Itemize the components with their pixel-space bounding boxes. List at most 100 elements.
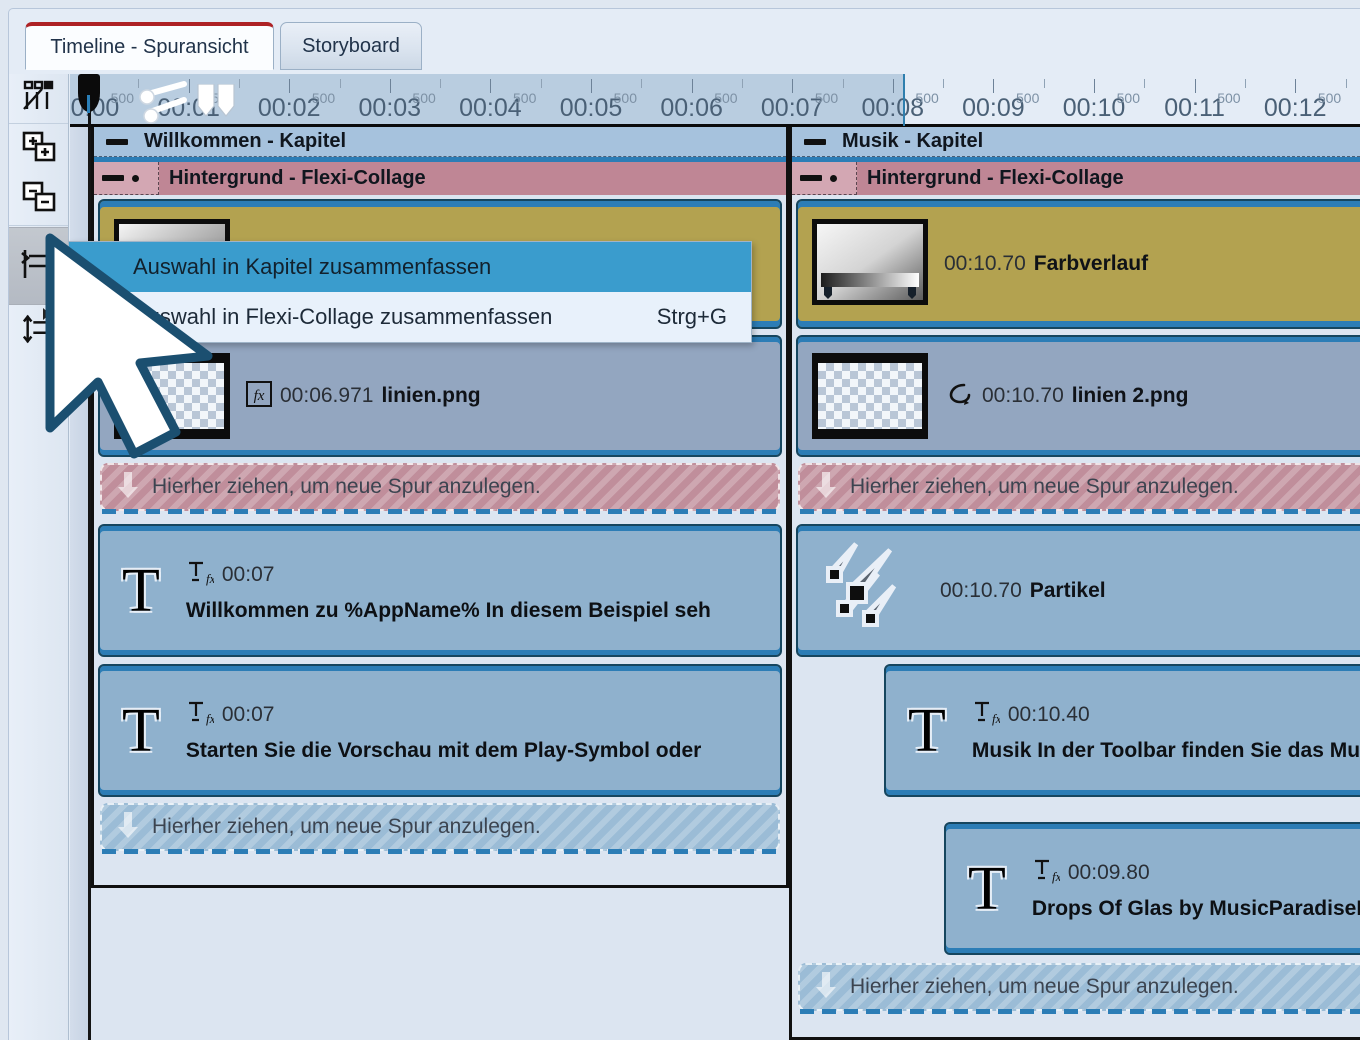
new-track-drop-zone[interactable]: Hierher ziehen, um neue Spur anzulegen. (798, 963, 1360, 1014)
menu-item-label: Auswahl in Flexi-Collage zusammenfassen (133, 304, 553, 329)
flexi-collage-header[interactable]: Hintergrund - Flexi-Collage (94, 157, 786, 195)
clip-text-body: Drops Of Glas by MusicParadiseL (1031, 897, 1360, 920)
add-track-icon (22, 131, 56, 170)
ruler-tick (792, 79, 794, 93)
ruler-subtick (238, 79, 240, 88)
ruler-subtick (943, 79, 945, 88)
arrow-down-icon (814, 970, 838, 1005)
tab-label: Timeline - Spuransicht (50, 36, 249, 58)
collage-toggle[interactable] (94, 162, 159, 195)
track-row: Hierher ziehen, um neue Spur anzulegen. (94, 463, 786, 514)
ruler-tick (691, 79, 693, 93)
ruler-sublabel: 500 (613, 90, 637, 106)
clip-text-drops-of-glas[interactable]: T fx 00:09.80 (944, 822, 1360, 955)
ruler-tick (591, 79, 592, 93)
ruler-sublabel: 500 (1317, 90, 1342, 106)
ruler-subtick (540, 79, 542, 88)
text-fx-icon: fx (186, 558, 215, 591)
clip-time: 00:10.40 (1007, 702, 1090, 726)
ruler-tick (490, 79, 492, 93)
loop-icon (944, 379, 974, 414)
ruler-sublabel: 500 (513, 90, 537, 106)
text-object-icon: T (122, 556, 160, 625)
text-fx-icon: fx (1032, 856, 1061, 889)
time-ruler[interactable]: 00:0050000:0150000:0250000:0350000:04500… (70, 74, 1360, 126)
clip-text-willkommen[interactable]: T fx 00:07 (98, 524, 782, 657)
group-selection-button[interactable] (9, 227, 68, 320)
clip-meta: fx 00:10.40 Musik In der Toolbar finden … (972, 698, 1360, 763)
menu-item-kapitel-zusammenfassen[interactable]: Auswahl in Kapitel zusammenfassen (69, 242, 751, 292)
track-row: T fx 00:07 (94, 524, 786, 657)
remove-track-button[interactable] (9, 176, 68, 226)
record-dot-icon (132, 174, 139, 182)
collage-toggle[interactable] (792, 162, 857, 195)
context-menu[interactable]: Auswahl in Kapitel zusammenfassen Auswah… (68, 241, 752, 343)
clip-meta: fx 00:09.80 Drops Of Glas by MusicParadi… (1032, 856, 1360, 921)
clip-time: 00:06.971 (280, 384, 374, 407)
track-row: 00:10.70 Partikel (792, 524, 1360, 657)
clip-partikel[interactable]: 00:10.70 Partikel (796, 524, 1360, 657)
clip-text-musik[interactable]: T fx 00:10.40 (884, 664, 1360, 797)
timeline-objects-button[interactable] (9, 74, 68, 124)
clip-meta: fx 00:07 Willkommen zu %AppName% In dies… (186, 558, 711, 623)
particle-icon (820, 540, 930, 641)
collapse-minus-icon[interactable] (800, 175, 822, 181)
tab-storyboard[interactable]: Storyboard (280, 22, 422, 70)
drop-underline (800, 1009, 1360, 1014)
collage-title: Hintergrund - Flexi-Collage (169, 167, 426, 189)
drop-underline (102, 509, 778, 514)
ruler-sublabel: 500 (814, 90, 839, 106)
drop-hint-label: Hierher ziehen, um neue Spur anzulegen. (850, 975, 1239, 998)
ruler-sublabel: 500 (110, 90, 134, 106)
text-object-icon: T (122, 696, 160, 765)
ruler-tick (993, 79, 995, 93)
clip-text-body: Willkommen zu %AppName% In diesem Beispi… (185, 599, 711, 622)
ungroup-button[interactable] (9, 306, 68, 356)
clip-meta: 00:10.70 Partikel (940, 579, 1106, 603)
image-thumbnail (812, 353, 928, 439)
track-row: T fx 00:07 (94, 664, 786, 797)
collapse-minus-icon[interactable] (804, 138, 826, 145)
ruler-subtick (1345, 79, 1347, 88)
clip-farbverlauf[interactable]: 00:10.70 Farbverlauf (796, 199, 1360, 329)
chapter-header[interactable]: Musik - Kapitel (792, 127, 1360, 157)
svg-text:fx: fx (992, 711, 1000, 726)
new-track-drop-zone[interactable]: Hierher ziehen, um neue Spur anzulegen. (100, 803, 780, 854)
track-row: T fx 00:09.80 (792, 822, 1360, 955)
image-thumbnail (114, 353, 230, 439)
remove-track-icon (22, 181, 56, 220)
cut-marker-icon[interactable] (138, 80, 192, 133)
ruler-subtick (440, 79, 442, 88)
clip-text-starten[interactable]: T fx 00:07 (98, 664, 782, 797)
flexi-collage-header[interactable]: Hintergrund - Flexi-Collage (792, 157, 1360, 195)
clip-name: linien 2.png (1071, 384, 1189, 407)
ruler-sublabel: 500 (1116, 90, 1140, 106)
chapter-group-musik[interactable]: Musik - Kapitel Hintergrund - Flexi-Coll… (789, 127, 1360, 1040)
track-row: fx 00:06.971 linien.png (94, 335, 786, 457)
ruler-sublabel: 500 (915, 90, 939, 106)
chapter-header[interactable]: Willkommen - Kapitel (94, 127, 786, 157)
clip-time: 00:07 (221, 702, 275, 726)
new-track-drop-zone[interactable]: Hierher ziehen, um neue Spur anzulegen. (798, 463, 1360, 514)
text-fx-icon: fx (186, 698, 215, 731)
clip-linien-2-png[interactable]: 00:10.70 linien 2.png (796, 335, 1360, 457)
clip-linien-png[interactable]: fx 00:06.971 linien.png (98, 335, 782, 457)
add-track-button[interactable] (9, 125, 68, 175)
drop-underline (102, 849, 778, 854)
menu-item-label: Auswahl in Kapitel zusammenfassen (133, 254, 492, 279)
menu-item-shortcut: Strg+G (656, 304, 727, 329)
new-track-drop-zone[interactable]: Hierher ziehen, um neue Spur anzulegen. (100, 463, 780, 514)
tab-timeline-spuransicht[interactable]: Timeline - Spuransicht (25, 22, 274, 70)
clip-name: linien.png (381, 384, 481, 407)
gradient-thumbnail (812, 218, 928, 310)
chapter-title: Willkommen - Kapitel (144, 130, 347, 152)
collapse-minus-icon[interactable] (102, 175, 124, 181)
ruler-tick (389, 79, 391, 93)
collapse-minus-icon[interactable] (106, 138, 128, 145)
in-out-marker-icon[interactable] (196, 83, 236, 123)
clip-meta: 00:10.70 linien 2.png (944, 379, 1188, 414)
group-selection-icon (20, 246, 57, 287)
left-toolbar (9, 74, 69, 1040)
clip-time: 00:09.80 (1067, 860, 1150, 884)
menu-item-flexi-collage-zusammenfassen[interactable]: Auswahl in Flexi-Collage zusammenfassen … (69, 292, 751, 342)
